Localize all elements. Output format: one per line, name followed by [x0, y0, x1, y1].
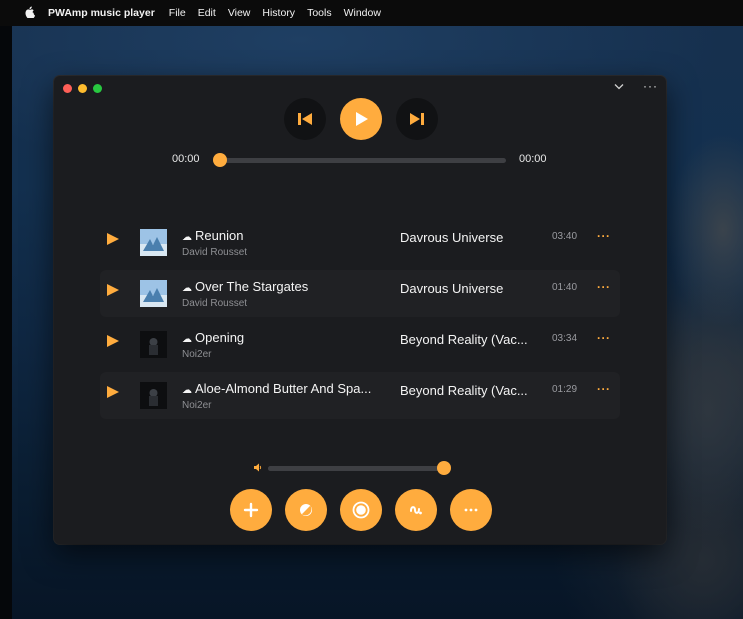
track-title: ☁ Reunion	[182, 228, 244, 243]
close-window-button[interactable]	[63, 84, 72, 93]
apple-logo-icon[interactable]	[24, 6, 36, 21]
track-title: ☁ Over The Stargates	[182, 279, 309, 294]
next-track-button[interactable]	[396, 98, 438, 140]
play-icon	[107, 335, 119, 347]
cloud-icon: ☁	[182, 334, 192, 345]
more-button[interactable]	[450, 489, 492, 531]
previous-track-button[interactable]	[284, 98, 326, 140]
play-track-button[interactable]	[106, 232, 120, 251]
menu-view[interactable]: View	[228, 7, 251, 19]
track-album: Davrous Universe	[400, 281, 504, 296]
zoom-window-button[interactable]	[93, 84, 102, 93]
plus-icon	[243, 502, 259, 518]
playlist: ☁ Reunion David Rousset Davrous Universe …	[100, 219, 620, 423]
menu-bar: PWAmp music player File Edit View Histor…	[0, 0, 743, 26]
skip-forward-icon	[410, 113, 424, 125]
track-row[interactable]: ☁ Reunion David Rousset Davrous Universe …	[100, 219, 620, 266]
play-track-button[interactable]	[106, 385, 120, 404]
chevron-down-icon[interactable]	[614, 82, 624, 93]
seek-handle[interactable]	[213, 153, 227, 167]
cloud-icon: ☁	[182, 385, 192, 396]
contrast-icon	[300, 504, 312, 516]
track-more-icon[interactable]: ···	[597, 331, 611, 345]
menu-window[interactable]: Window	[344, 7, 381, 19]
minimize-window-button[interactable]	[78, 84, 87, 93]
speaker-icon	[254, 463, 262, 474]
volume-handle[interactable]	[437, 461, 451, 475]
track-row[interactable]: ☁ Aloe-Almond Butter And Spa... Noi2er Be…	[100, 372, 620, 419]
visualizer-button[interactable]	[395, 489, 437, 531]
cloud-icon: ☁	[182, 232, 192, 243]
track-duration: 01:40	[552, 282, 578, 293]
play-button[interactable]	[340, 98, 382, 140]
more-horizontal-icon	[464, 508, 478, 512]
track-more-icon[interactable]: ···	[597, 280, 611, 294]
track-artist: David Rousset	[182, 247, 248, 258]
volume-fill	[268, 466, 444, 471]
track-duration: 03:40	[552, 231, 578, 242]
play-track-button[interactable]	[106, 283, 120, 302]
screen-edge	[0, 20, 12, 619]
track-row[interactable]: ☁ Over The Stargates David Rousset Davrou…	[100, 270, 620, 317]
track-artist: Noi2er	[182, 400, 212, 411]
bottom-toolbar	[230, 489, 492, 531]
menu-history[interactable]: History	[262, 7, 295, 19]
play-icon	[356, 112, 368, 126]
menu-file[interactable]: File	[169, 7, 186, 19]
cloud-icon: ☁	[182, 283, 192, 294]
track-album: Beyond Reality (Vac...	[400, 383, 528, 398]
track-row[interactable]: ☁ Opening Noi2er Beyond Reality (Vac... 0…	[100, 321, 620, 368]
seek-bar[interactable]	[219, 158, 506, 163]
track-artist: David Rousset	[182, 298, 248, 309]
theme-button[interactable]	[285, 489, 327, 531]
play-icon	[107, 233, 119, 245]
record-button[interactable]	[340, 489, 382, 531]
track-more-icon[interactable]: ···	[597, 382, 611, 396]
menu-edit[interactable]: Edit	[198, 7, 216, 19]
traffic-lights	[63, 84, 102, 93]
waveform-icon	[410, 506, 422, 515]
track-album: Beyond Reality (Vac...	[400, 332, 528, 347]
track-more-icon[interactable]: ···	[597, 229, 611, 243]
menu-app-name[interactable]: PWAmp music player	[48, 7, 155, 19]
play-icon	[107, 284, 119, 296]
transport-controls	[284, 98, 438, 140]
track-duration: 01:29	[552, 384, 578, 395]
record-icon	[352, 501, 370, 519]
menu-tools[interactable]: Tools	[307, 7, 332, 19]
album-art	[140, 229, 167, 256]
track-artist: Noi2er	[182, 349, 212, 360]
track-duration: 03:34	[552, 333, 578, 344]
track-album: Davrous Universe	[400, 230, 504, 245]
volume-slider[interactable]	[268, 461, 451, 475]
add-button[interactable]	[230, 489, 272, 531]
track-title: ☁ Aloe-Almond Butter And Spa...	[182, 381, 372, 396]
play-icon	[107, 386, 119, 398]
album-art	[140, 331, 167, 358]
track-title: ☁ Opening	[182, 330, 245, 345]
play-track-button[interactable]	[106, 334, 120, 353]
skip-back-icon	[298, 113, 312, 125]
current-time: 00:00	[172, 153, 200, 165]
total-time: 00:00	[519, 153, 547, 165]
more-horizontal-icon[interactable]: ···	[643, 79, 658, 93]
album-art	[140, 382, 167, 409]
album-art	[140, 280, 167, 307]
player-window: ··· 00:00 00:00 ☁ Reunion David Rousset D…	[54, 76, 666, 544]
